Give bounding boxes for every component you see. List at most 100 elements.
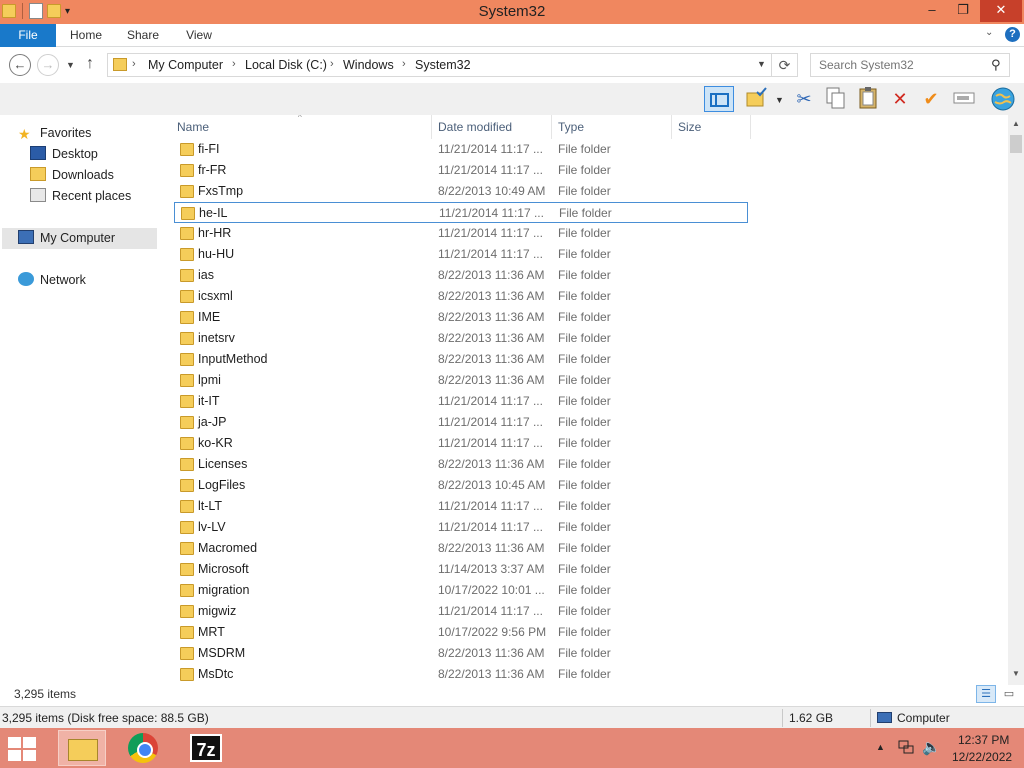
network-tray-icon[interactable] (898, 739, 914, 755)
select-folder-button[interactable] (744, 86, 770, 112)
forward-button[interactable]: → (37, 54, 59, 76)
file-row[interactable]: icsxml 8/22/2013 11:36 AM File folder (174, 286, 748, 307)
breadcrumb-separator[interactable]: › (330, 58, 334, 70)
file-row[interactable]: inetsrv 8/22/2013 11:36 AM File folder (174, 328, 748, 349)
file-row[interactable]: migration 10/17/2022 10:01 ... File folder (174, 580, 748, 601)
refresh-button[interactable]: ⟳ (772, 53, 798, 77)
breadcrumb-local-disk[interactable]: Local Disk (C:) (245, 58, 327, 72)
file-name: hr-HR (198, 226, 232, 240)
select-dropdown-icon[interactable]: ▼ (775, 95, 784, 105)
taskbar-file-explorer[interactable] (58, 730, 106, 766)
nav-item-my-computer[interactable]: My Computer (2, 228, 157, 249)
nav-item-recent-places[interactable]: Recent places (30, 186, 131, 207)
clock-time[interactable]: 12:37 PM (958, 733, 1009, 747)
nav-item-desktop[interactable]: Desktop (30, 144, 98, 165)
folder-icon (180, 290, 194, 303)
start-button[interactable] (8, 737, 38, 761)
file-row[interactable]: ja-JP 11/21/2014 11:17 ... File folder (174, 412, 748, 433)
file-row[interactable]: Microsoft 11/14/2013 3:37 AM File folder (174, 559, 748, 580)
breadcrumb-windows[interactable]: Windows (343, 58, 394, 72)
back-button[interactable]: ← (9, 54, 31, 76)
tab-share[interactable]: Share (127, 24, 159, 47)
tab-file[interactable]: File (0, 24, 56, 47)
file-type: File folder (558, 604, 611, 618)
taskbar-7zip[interactable]: 7z (182, 730, 230, 766)
taskbar-chrome[interactable] (120, 730, 168, 766)
details-view-button[interactable]: ☰ (976, 685, 996, 703)
file-row[interactable]: ias 8/22/2013 11:36 AM File folder (174, 265, 748, 286)
column-divider[interactable] (750, 115, 751, 139)
file-row[interactable]: Licenses 8/22/2013 11:36 AM File folder (174, 454, 748, 475)
file-date-modified: 10/17/2022 9:56 PM (438, 625, 547, 639)
column-header-name[interactable]: Name (177, 120, 209, 134)
file-row[interactable]: lt-LT 11/21/2014 11:17 ... File folder (174, 496, 748, 517)
file-type: File folder (558, 583, 611, 597)
nav-item-network[interactable]: Network (18, 270, 86, 291)
file-row[interactable]: Macromed 8/22/2013 11:36 AM File folder (174, 538, 748, 559)
scroll-thumb[interactable] (1010, 135, 1022, 153)
breadcrumb-separator[interactable]: › (132, 58, 136, 70)
file-row[interactable]: lv-LV 11/21/2014 11:17 ... File folder (174, 517, 748, 538)
file-row[interactable]: IME 8/22/2013 11:36 AM File folder (174, 307, 748, 328)
vertical-scrollbar[interactable]: ▲ ▼ (1008, 115, 1024, 685)
show-hidden-icons-arrow-icon[interactable]: ▲ (876, 742, 885, 752)
search-icon[interactable]: ⚲ (991, 57, 1001, 73)
volume-icon[interactable]: 🔈 (922, 738, 941, 756)
column-divider[interactable] (431, 115, 432, 139)
file-row[interactable]: FxsTmp 8/22/2013 10:49 AM File folder (174, 181, 748, 202)
breadcrumb-separator[interactable]: › (232, 58, 236, 70)
file-row[interactable]: hu-HU 11/21/2014 11:17 ... File folder (174, 244, 748, 265)
file-row[interactable]: lpmi 8/22/2013 11:36 AM File folder (174, 370, 748, 391)
address-history-dropdown-icon[interactable]: ▼ (757, 59, 766, 69)
network-globe-button[interactable] (990, 86, 1016, 112)
paste-button[interactable] (855, 86, 881, 112)
breadcrumb-system32[interactable]: System32 (415, 58, 471, 72)
properties-button[interactable]: ✔ (918, 86, 944, 112)
nav-item-favorites[interactable]: ★ Favorites (18, 123, 91, 144)
file-row[interactable]: MsDtc 8/22/2013 11:36 AM File folder (174, 664, 748, 685)
file-name: hu-HU (198, 247, 235, 261)
expand-ribbon-icon[interactable]: ⌄ (985, 27, 993, 38)
address-bar[interactable]: › My Computer › Local Disk (C:) › Window… (107, 53, 772, 77)
rename-button[interactable] (951, 86, 977, 112)
column-divider[interactable] (551, 115, 552, 139)
file-row[interactable]: LogFiles 8/22/2013 10:45 AM File folder (174, 475, 748, 496)
scroll-down-arrow-icon[interactable]: ▼ (1012, 669, 1020, 678)
column-divider[interactable] (671, 115, 672, 139)
file-row[interactable]: InputMethod 8/22/2013 11:36 AM File folder (174, 349, 748, 370)
file-row[interactable]: hr-HR 11/21/2014 11:17 ... File folder (174, 223, 748, 244)
windows-logo-tile (8, 737, 21, 748)
tab-view[interactable]: View (185, 24, 213, 47)
column-header-date-modified[interactable]: Date modified (438, 120, 512, 134)
breadcrumb-separator[interactable]: › (402, 58, 406, 70)
cut-button[interactable]: ✂ (791, 86, 817, 112)
minimize-button[interactable]: – (917, 0, 947, 22)
file-row[interactable]: MSDRM 8/22/2013 11:36 AM File folder (174, 643, 748, 664)
network-icon (18, 272, 34, 286)
scroll-up-arrow-icon[interactable]: ▲ (1012, 119, 1020, 128)
file-row[interactable]: migwiz 11/21/2014 11:17 ... File folder (174, 601, 748, 622)
up-button[interactable]: ↑ (86, 55, 94, 73)
breadcrumb-my-computer[interactable]: My Computer (148, 58, 223, 72)
file-row[interactable]: fi-FI 11/21/2014 11:17 ... File folder (174, 139, 748, 160)
delete-button[interactable]: ✕ (887, 86, 913, 112)
close-button[interactable]: ✕ (980, 0, 1022, 22)
nav-item-downloads[interactable]: Downloads (30, 165, 114, 186)
file-row[interactable]: fr-FR 11/21/2014 11:17 ... File folder (174, 160, 748, 181)
search-box[interactable]: ⚲ (810, 53, 1010, 77)
column-header-type[interactable]: Type (558, 120, 584, 134)
column-header-size[interactable]: Size (678, 120, 701, 134)
file-row[interactable]: it-IT 11/21/2014 11:17 ... File folder (174, 391, 748, 412)
search-input[interactable] (811, 54, 989, 76)
large-icons-view-button[interactable]: ▭ (999, 685, 1019, 703)
recent-locations-dropdown-icon[interactable]: ▼ (66, 60, 75, 70)
file-row[interactable]: MRT 10/17/2022 9:56 PM File folder (174, 622, 748, 643)
maximize-button[interactable]: ❐ (948, 0, 978, 22)
tab-home[interactable]: Home (70, 24, 102, 47)
navigation-pane-button[interactable] (704, 86, 734, 112)
file-row[interactable]: he-IL 11/21/2014 11:17 ... File folder (174, 202, 748, 223)
help-icon[interactable]: ? (1005, 27, 1020, 42)
file-row[interactable]: ko-KR 11/21/2014 11:17 ... File folder (174, 433, 748, 454)
copy-button[interactable] (823, 86, 849, 112)
clock-date[interactable]: 12/22/2022 (952, 750, 1012, 764)
